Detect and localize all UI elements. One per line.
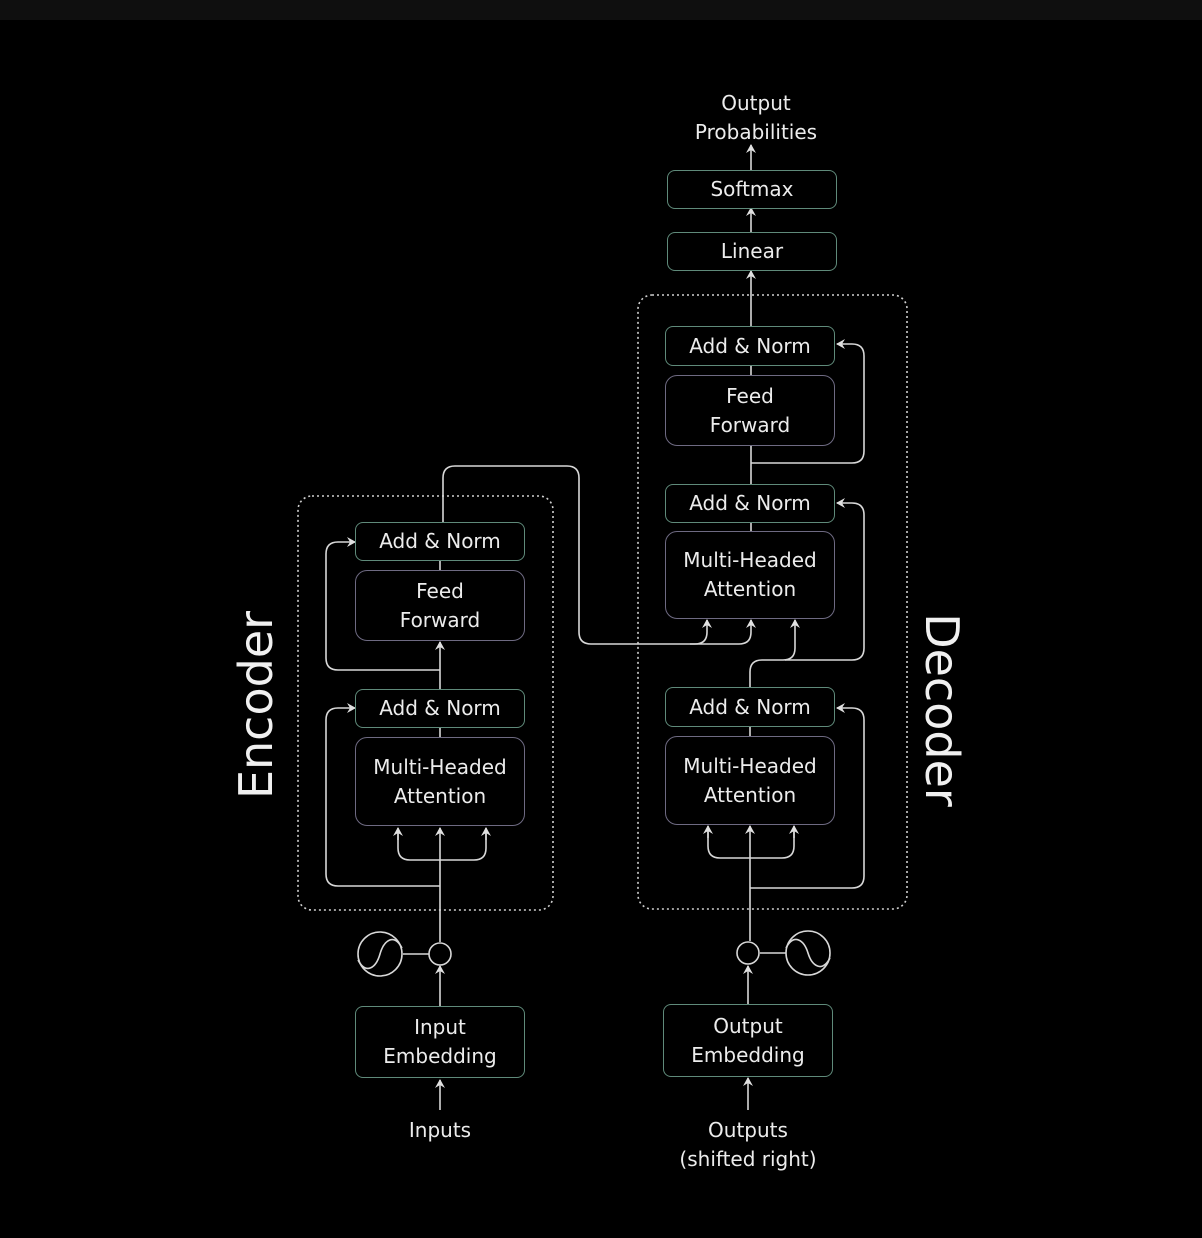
decoder-cross-attention: Multi-Headed Attention [665, 531, 835, 619]
sine-wave-icon [785, 930, 831, 976]
inputs-label-text: Inputs [408, 1118, 472, 1142]
decoder-self-attn-line2: Attention [703, 782, 797, 807]
encoder-add-norm-top: Add & Norm [355, 522, 525, 561]
encoder-add-norm-bottom: Add & Norm [355, 689, 525, 728]
diagram-connectors [297, 144, 908, 1110]
decoder-title: Decoder [915, 613, 969, 807]
decoder-add-norm-middle-label: Add & Norm [689, 491, 811, 515]
input-embedding-block: Input Embedding [355, 1006, 525, 1078]
softmax-block: Softmax [667, 170, 837, 209]
output-probabilities-line2: Probabilities [694, 120, 818, 144]
encoder-attn-line1: Multi-Headed [373, 754, 507, 779]
input-embedding-line2: Embedding [383, 1044, 497, 1068]
output-embedding-line2: Embedding [691, 1042, 805, 1067]
encoder-ff-line1: Feed [416, 578, 464, 603]
decoder-feed-forward: Feed Forward [665, 375, 835, 446]
linear-block: Linear [667, 232, 837, 271]
inputs-label: Inputs [355, 1116, 525, 1145]
decoder-cross-attn-line1: Multi-Headed [683, 548, 817, 572]
encoder-attn-fork [397, 830, 487, 861]
decoder-sum-node [736, 941, 760, 965]
decoder-add-norm-bottom: Add & Norm [665, 687, 835, 727]
output-embedding-line1: Output [713, 1013, 783, 1038]
decoder-addnorm-to-cross [749, 619, 800, 688]
outputs-label-line2: (shifted right) [679, 1147, 817, 1171]
output-probabilities-label: Output Probabilities [676, 89, 836, 147]
decoder-add-norm-middle: Add & Norm [665, 484, 835, 523]
encoder-self-attention: Multi-Headed Attention [355, 737, 525, 826]
decoder-add-norm-top-label: Add & Norm [689, 333, 811, 358]
encoder-title: Encoder [229, 610, 283, 800]
decoder-self-attention: Multi-Headed Attention [665, 736, 835, 825]
output-embedding-block: Output Embedding [663, 1004, 833, 1077]
decoder-add-norm-bottom-label: Add & Norm [689, 694, 811, 719]
encoder-add-norm-bottom-label: Add & Norm [379, 696, 501, 720]
linear-label: Linear [720, 239, 784, 263]
encoder-feed-forward: Feed Forward [355, 570, 525, 641]
decoder-cross-attn-line2: Attention [703, 577, 797, 601]
sine-wave-icon [357, 931, 403, 977]
output-probabilities-line1: Output [721, 91, 791, 115]
softmax-label: Softmax [710, 177, 794, 201]
decoder-attn-fork [707, 830, 795, 859]
outputs-label-line1: Outputs [708, 1118, 788, 1142]
encoder-add-norm-top-label: Add & Norm [379, 529, 501, 553]
decoder-ff-line1: Feed [726, 383, 774, 408]
decoder-add-norm-top: Add & Norm [665, 326, 835, 366]
decoder-ff-line2: Forward [709, 412, 791, 437]
encoder-ff-line2: Forward [399, 607, 481, 632]
outputs-shifted-right-label: Outputs (shifted right) [663, 1116, 833, 1174]
input-embedding-line1: Input [414, 1015, 466, 1039]
decoder-self-attn-line1: Multi-Headed [683, 753, 817, 778]
encoder-sum-node [428, 942, 452, 966]
encoder-attn-line2: Attention [393, 783, 487, 808]
encoder-to-decoder-link-2 [690, 619, 756, 645]
